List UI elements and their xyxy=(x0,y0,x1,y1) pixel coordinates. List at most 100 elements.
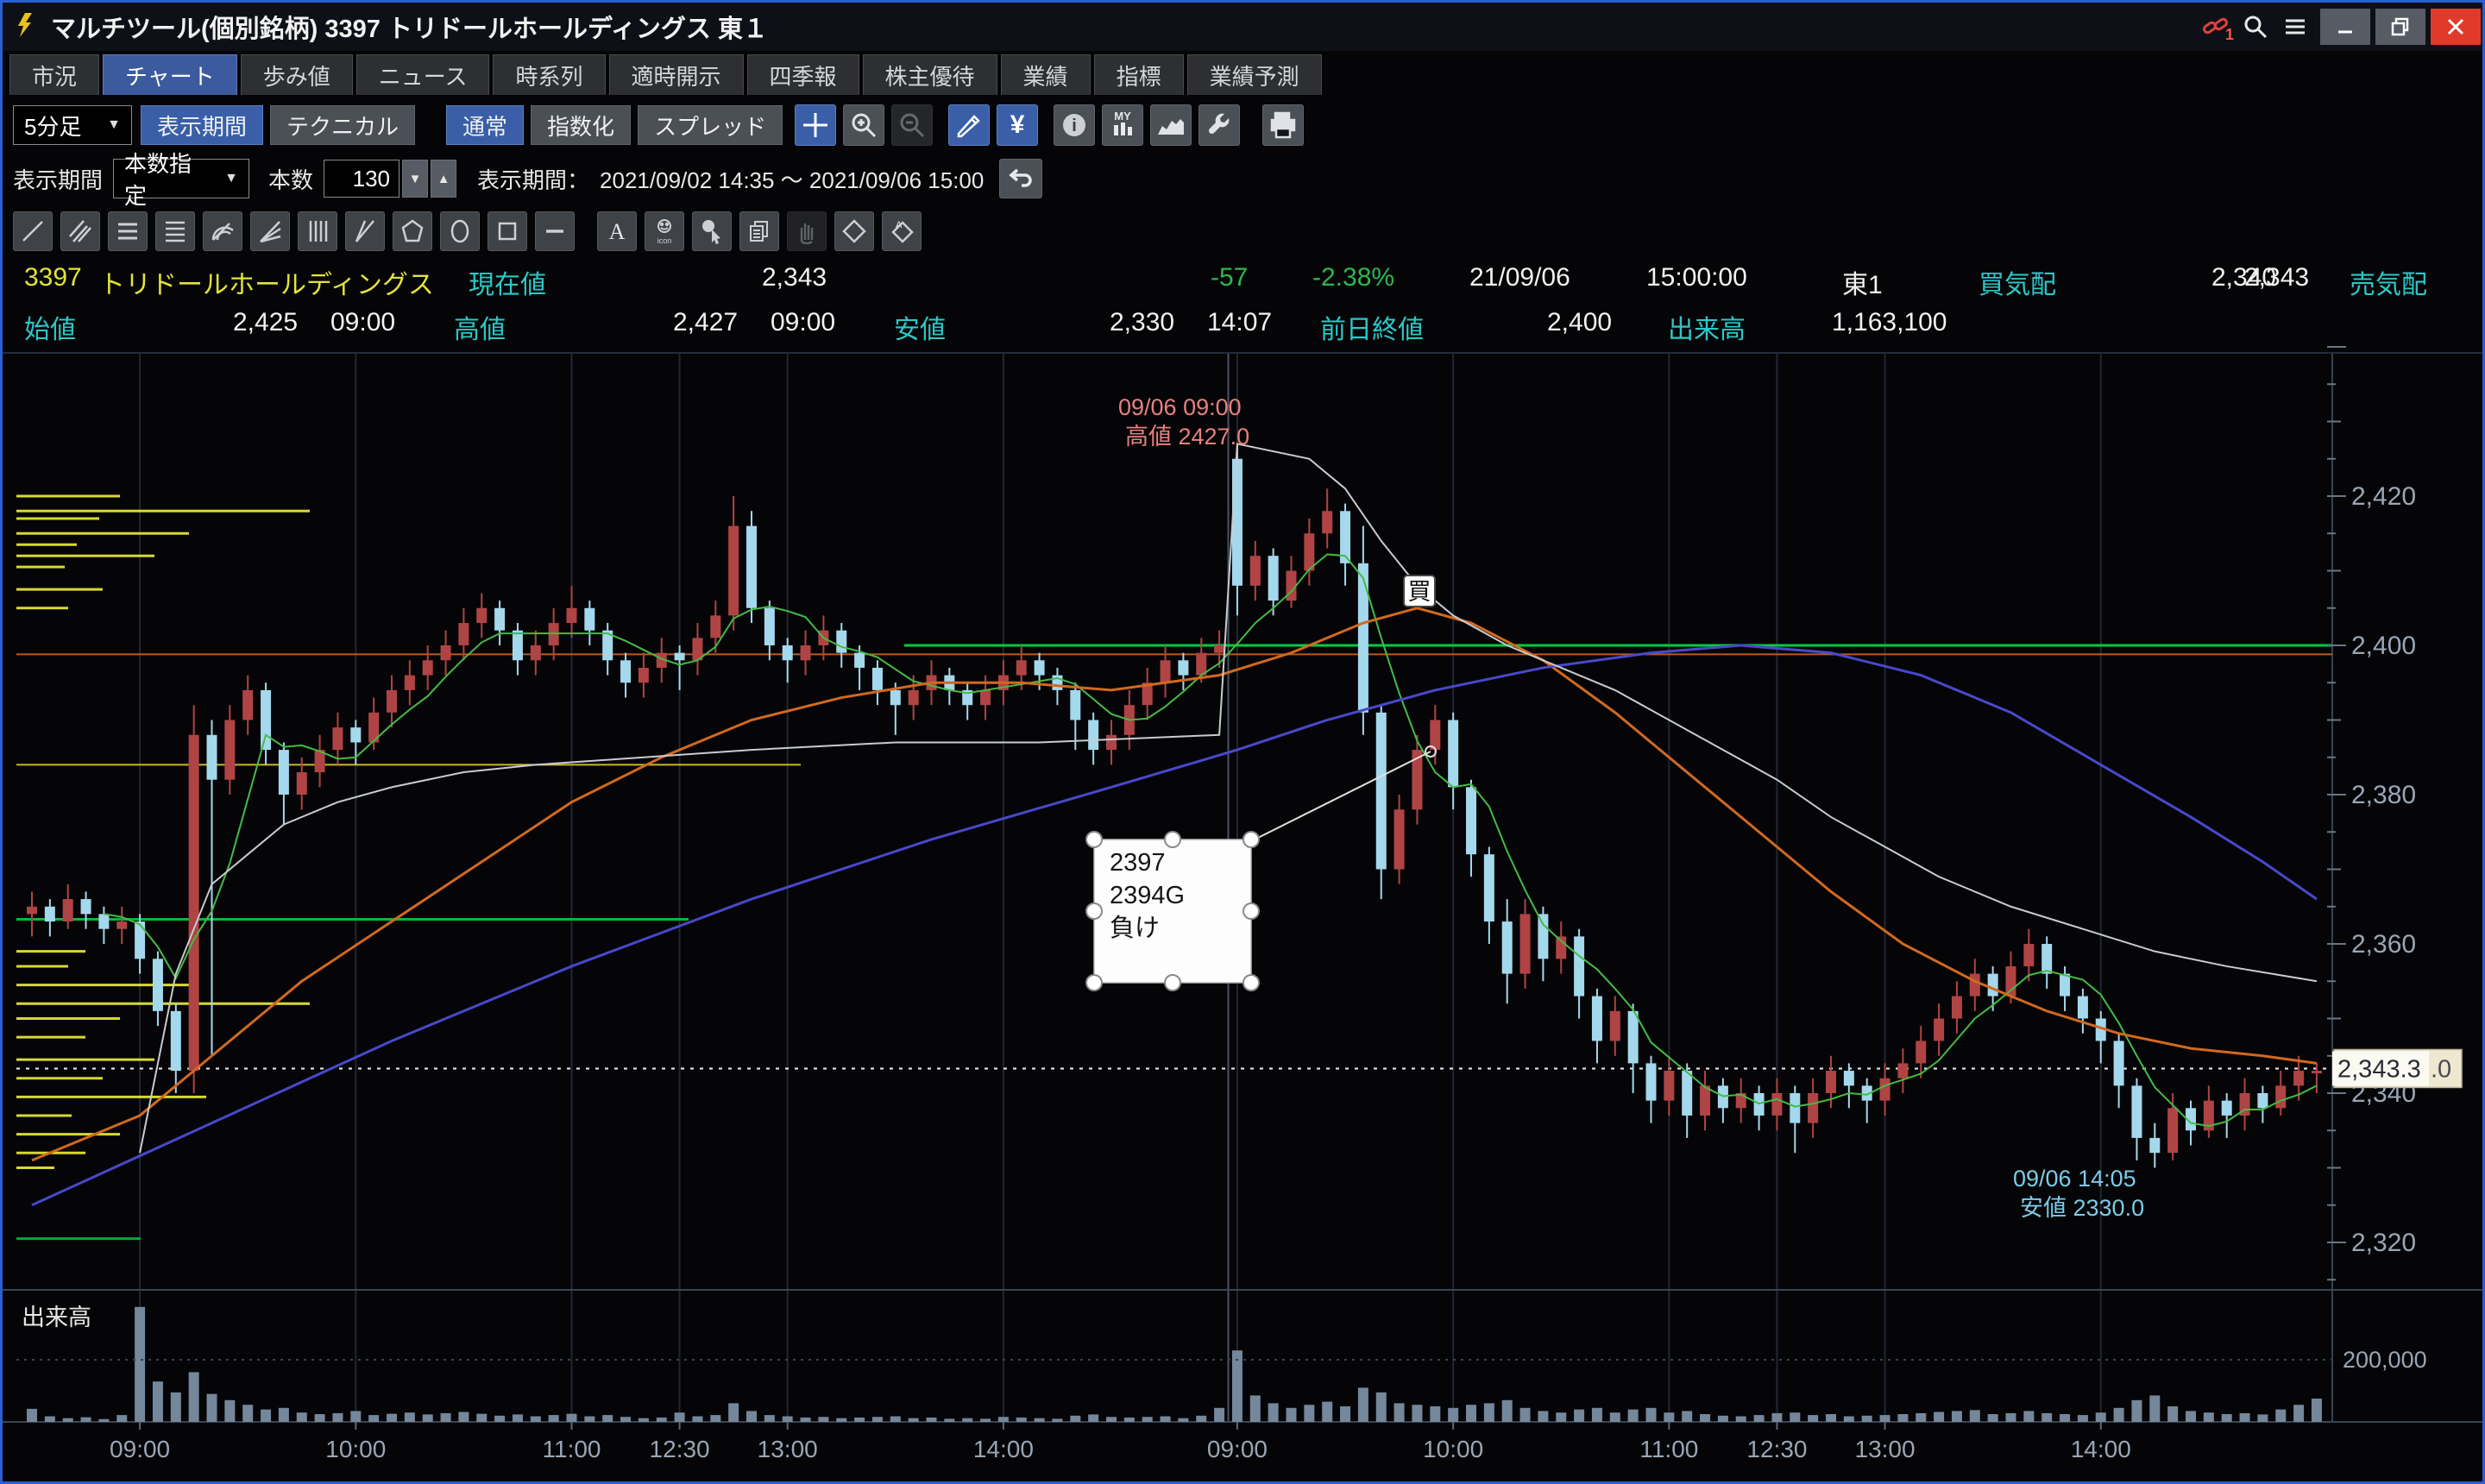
normal-mode-button[interactable]: 通常 xyxy=(446,105,524,145)
low-label: 安値 xyxy=(894,308,946,346)
resize-handle[interactable] xyxy=(1243,903,1259,919)
info-button[interactable]: i xyxy=(1054,104,1095,146)
svg-text:13:00: 13:00 xyxy=(758,1436,818,1462)
svg-text:安値 2330.0: 安値 2330.0 xyxy=(2020,1195,2144,1221)
resize-handle[interactable] xyxy=(1243,832,1259,847)
count-label: 本数 xyxy=(268,163,313,195)
tab-chart[interactable]: チャート xyxy=(103,54,237,95)
search-icon[interactable] xyxy=(2236,8,2275,46)
draw-pentagon-icon[interactable] xyxy=(393,211,432,251)
tab-market[interactable]: 市況 xyxy=(9,54,99,95)
tab-benefits[interactable]: 株主優待 xyxy=(863,54,997,95)
crosshair-button[interactable] xyxy=(795,104,836,146)
link-icon[interactable]: 1 xyxy=(2196,8,2236,46)
svg-text:A: A xyxy=(896,220,903,230)
reset-period-button[interactable] xyxy=(999,159,1042,198)
prev-close-label: 前日終値 xyxy=(1320,308,1424,346)
chevron-down-icon: ▼ xyxy=(212,171,238,186)
settings-wrench-icon[interactable] xyxy=(1198,104,1240,146)
open-price: 2,425 xyxy=(233,308,298,337)
low-time: 14:07 xyxy=(1207,308,1272,337)
draw-horizontal-lines4-icon[interactable] xyxy=(155,211,195,251)
interval-dropdown[interactable]: 5分足▼ xyxy=(13,105,132,145)
svg-text:負け: 負け xyxy=(1110,914,1160,942)
svg-text:12:30: 12:30 xyxy=(1746,1436,1807,1462)
last-price-tag: 2,343.3.0 xyxy=(2332,1049,2462,1087)
draw-text-icon[interactable]: A xyxy=(597,211,637,251)
svg-text:2,320: 2,320 xyxy=(2351,1229,2416,1257)
draw-horizontal-lines3-icon[interactable] xyxy=(108,211,148,251)
svg-text:10:00: 10:00 xyxy=(1423,1436,1483,1462)
range-label: 表示期間： xyxy=(477,163,589,195)
volume-pane-label: 出来高 xyxy=(22,1298,91,1332)
chevron-down-icon: ▼ xyxy=(95,117,121,133)
resize-handle[interactable] xyxy=(1243,975,1259,990)
print-icon[interactable] xyxy=(1262,104,1304,146)
draw-parallel-lines-icon[interactable] xyxy=(60,211,100,251)
svg-text:買: 買 xyxy=(1408,579,1431,605)
count-increment-button[interactable]: ▲ xyxy=(431,160,456,198)
close-button[interactable] xyxy=(2431,9,2481,45)
spread-mode-button[interactable]: スプレッド xyxy=(638,105,783,145)
resize-handle[interactable] xyxy=(1086,832,1102,847)
app-logo-icon xyxy=(13,11,41,43)
tab-earnings[interactable]: 業績 xyxy=(1001,54,1091,95)
bar-count-value: 130 xyxy=(353,166,390,192)
delete-all-icon[interactable]: A xyxy=(882,211,922,251)
svg-text:09/06 09:00: 09/06 09:00 xyxy=(1118,394,1242,420)
count-decrement-button[interactable]: ▼ xyxy=(402,160,428,198)
draw-fibonacci-arc-icon[interactable] xyxy=(203,211,242,251)
zoom-in-icon[interactable] xyxy=(843,104,884,146)
display-period-button[interactable]: 表示期間 xyxy=(141,105,263,145)
indexed-mode-button[interactable]: 指数化 xyxy=(531,105,631,145)
resize-handle[interactable] xyxy=(1086,975,1102,990)
svg-text:MY: MY xyxy=(1114,110,1131,123)
buy-marker[interactable]: 買 xyxy=(1404,575,1435,607)
svg-text:icon: icon xyxy=(657,236,672,245)
restore-button[interactable] xyxy=(2375,9,2425,45)
resize-handle[interactable] xyxy=(1165,975,1180,990)
tab-forecast[interactable]: 業績予測 xyxy=(1187,54,1322,95)
menu-icon[interactable] xyxy=(2275,8,2315,46)
technical-button[interactable]: テクニカル xyxy=(270,105,415,145)
zoom-out-icon[interactable] xyxy=(891,104,933,146)
draw-trendline-icon[interactable] xyxy=(13,211,53,251)
bar-count-input[interactable]: 130 xyxy=(324,160,399,198)
draw-pointer-mode-icon[interactable] xyxy=(692,211,732,251)
drawing-toolbar: A icon A xyxy=(13,210,922,253)
candles-layer xyxy=(27,443,2322,1167)
tab-indicators[interactable]: 指標 xyxy=(1094,54,1184,95)
period-mode-dropdown[interactable]: 本数指定▼ xyxy=(113,159,249,198)
chart-toolbar: 5分足▼ 表示期間 テクニカル 通常 指数化 スプレッド ¥ i MY xyxy=(13,103,1311,148)
draw-ellipse-icon[interactable] xyxy=(440,211,480,251)
minimize-button[interactable] xyxy=(2320,9,2370,45)
copy-object-icon[interactable] xyxy=(739,211,779,251)
svg-text:.0: .0 xyxy=(2431,1055,2451,1083)
pan-hand-icon[interactable] xyxy=(787,211,827,251)
tab-shikiho[interactable]: 四季報 xyxy=(747,54,859,95)
tab-timeseries[interactable]: 時系列 xyxy=(493,54,605,95)
resize-handle[interactable] xyxy=(1165,832,1180,847)
high-price: 2,427 xyxy=(673,308,738,337)
draw-vertical-lines-icon[interactable] xyxy=(298,211,337,251)
draw-pencil-button[interactable] xyxy=(948,104,990,146)
area-chart-button[interactable] xyxy=(1150,104,1192,146)
my-chart-button[interactable]: MY xyxy=(1102,104,1143,146)
resize-handle[interactable] xyxy=(1086,903,1102,919)
yen-glyph: ¥ xyxy=(1010,110,1025,140)
draw-horizontal-segment-icon[interactable] xyxy=(535,211,575,251)
tab-disclosure[interactable]: 適時開示 xyxy=(609,54,744,95)
svg-text:2397: 2397 xyxy=(1110,849,1166,877)
tab-tick[interactable]: 歩み値 xyxy=(241,54,353,95)
yen-display-button[interactable]: ¥ xyxy=(997,104,1038,146)
volume-label: 出来高 xyxy=(1668,308,1746,346)
period-label: 表示期間 xyxy=(13,163,103,195)
draw-angle-line-icon[interactable] xyxy=(345,211,385,251)
draw-icon-stamp-icon[interactable]: icon xyxy=(645,211,684,251)
volume-layer: 200,000 xyxy=(16,1307,2427,1422)
draw-rectangle-icon[interactable] xyxy=(488,211,527,251)
delete-object-icon[interactable] xyxy=(834,211,874,251)
draw-fan-lines-icon[interactable] xyxy=(250,211,290,251)
svg-text:12:30: 12:30 xyxy=(650,1436,710,1462)
tab-news[interactable]: ニュース xyxy=(356,54,490,95)
